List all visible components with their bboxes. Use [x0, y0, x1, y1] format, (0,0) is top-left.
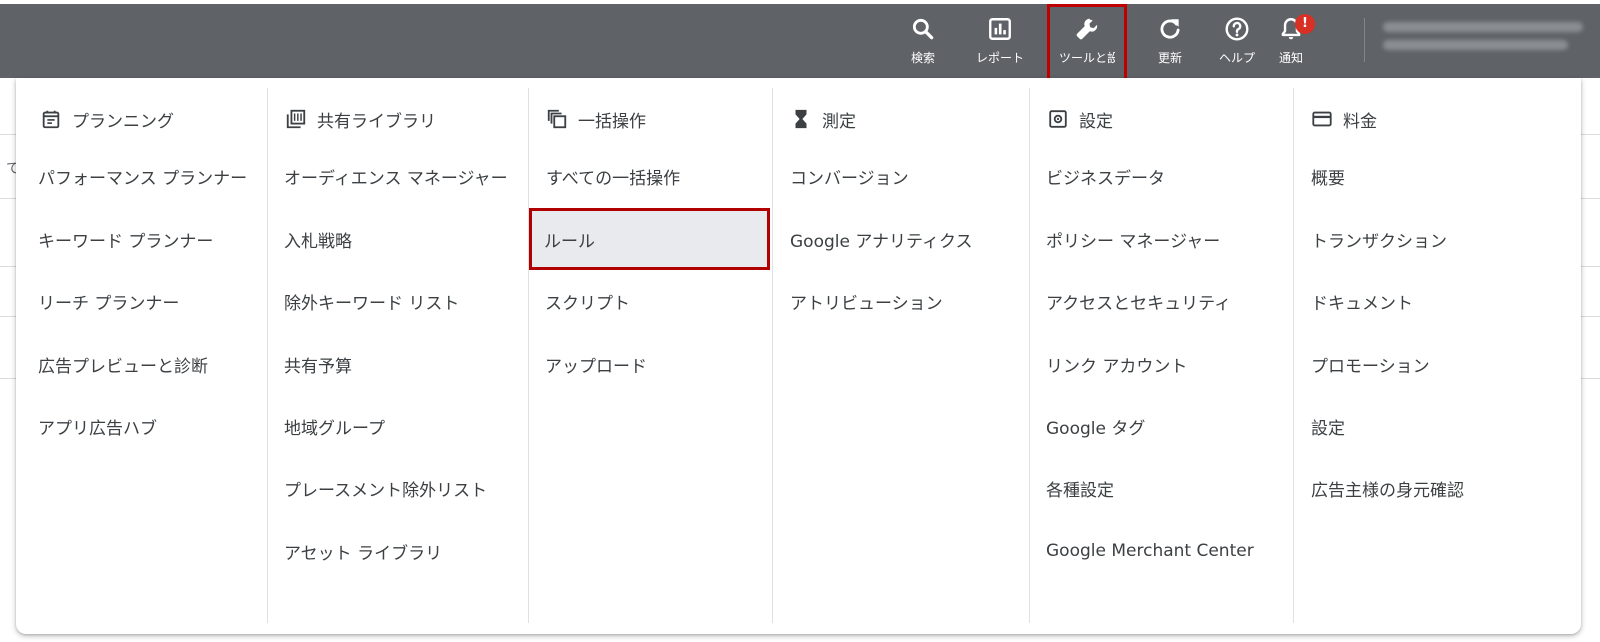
refresh-button[interactable]: 更新	[1145, 10, 1195, 76]
library-icon	[286, 109, 306, 129]
menu-column-billing: 料金 概要 トランザクション ドキュメント プロモーション 設定 広告主様の身元…	[1293, 78, 1581, 623]
tools-and-settings-button[interactable]: ツールと設定	[1047, 4, 1127, 82]
column-heading: 料金	[1311, 107, 1377, 132]
credit-card-icon	[1312, 111, 1332, 127]
menu-item-reach-planner[interactable]: リーチ プランナー	[38, 280, 179, 322]
menu-item-policy-manager[interactable]: ポリシー マネージャー	[1046, 218, 1220, 260]
column-heading: 設定	[1047, 107, 1113, 132]
menu-item-transactions[interactable]: トランザクション	[1311, 218, 1447, 260]
app-window: て 検索 レポート ツールと設定 更新 ヘルプ 通知 !	[0, 0, 1600, 642]
refresh-label: 更新	[1157, 51, 1182, 65]
topbar-divider	[1364, 18, 1365, 62]
menu-item-google-tag[interactable]: Google タグ	[1046, 405, 1145, 447]
menu-item-business-data[interactable]: ビジネスデータ	[1046, 155, 1165, 197]
hourglass-icon	[795, 109, 807, 129]
menu-item-keyword-planner[interactable]: キーワード プランナー	[38, 218, 213, 260]
help-icon	[1225, 17, 1249, 41]
menu-item-app-ad-hub[interactable]: アプリ広告ハブ	[38, 405, 157, 447]
refresh-icon	[1160, 19, 1180, 39]
menu-column-shared-library: 共有ライブラリ オーディエンス マネージャー 入札戦略 除外キーワード リスト …	[267, 78, 529, 623]
menu-item-google-analytics[interactable]: Google アナリティクス	[790, 218, 972, 260]
search-button[interactable]: 検索	[898, 10, 948, 76]
menu-item-shared-budgets[interactable]: 共有予算	[284, 343, 352, 385]
column-heading-label: 共有ライブラリ	[317, 111, 436, 132]
wrench-icon	[1076, 18, 1098, 40]
menu-item-summary[interactable]: 概要	[1311, 155, 1345, 197]
notifications-label: 通知	[1278, 51, 1303, 65]
column-heading-label: プランニング	[72, 111, 174, 132]
menu-item-uploads[interactable]: アップロード	[545, 343, 647, 385]
account-info-redacted[interactable]	[1383, 22, 1593, 58]
menu-item-asset-library[interactable]: アセット ライブラリ	[284, 530, 442, 572]
tools-and-settings-label: ツールと設定	[1059, 51, 1115, 65]
menu-item-ad-preview[interactable]: 広告プレビューと診断	[38, 343, 208, 385]
top-bar: 検索 レポート ツールと設定 更新 ヘルプ 通知 !	[0, 4, 1600, 82]
menu-item-all-bulk-actions[interactable]: すべての一括操作	[546, 155, 680, 197]
notification-badge: !	[1295, 14, 1315, 34]
help-button[interactable]: ヘルプ	[1209, 10, 1265, 76]
search-icon	[912, 18, 934, 40]
column-heading: 測定	[790, 107, 856, 132]
menu-item-placement-exclusion-lists[interactable]: プレースメント除外リスト	[284, 467, 487, 509]
menu-column-planning: プランニング パフォーマンス プランナー キーワード プランナー リーチ プラン…	[16, 78, 272, 623]
reports-label: レポート	[975, 51, 1024, 65]
calendar-icon	[42, 110, 60, 129]
notifications-button[interactable]: 通知 !	[1271, 10, 1315, 76]
column-heading-label: 測定	[822, 111, 856, 132]
menu-column-measurement: 測定 コンバージョン Google アナリティクス アトリビューション	[772, 78, 1030, 623]
column-heading: 一括操作	[546, 107, 646, 132]
menu-item-rules[interactable]: ルール	[529, 208, 770, 270]
menu-item-audience-manager[interactable]: オーディエンス マネージャー	[284, 155, 508, 197]
column-heading: 共有ライブラリ	[285, 107, 436, 132]
menu-item-billing-settings[interactable]: 設定	[1311, 405, 1345, 447]
menu-item-scripts[interactable]: スクリプト	[545, 280, 630, 322]
menu-item-access-and-security[interactable]: アクセスとセキュリティ	[1046, 280, 1231, 322]
column-heading-label: 料金	[1343, 111, 1377, 132]
menu-item-linked-accounts[interactable]: リンク アカウント	[1046, 343, 1187, 385]
menu-item-location-groups[interactable]: 地域グループ	[284, 405, 385, 447]
menu-column-setup: 設定 ビジネスデータ ポリシー マネージャー アクセスとセキュリティ リンク ア…	[1029, 78, 1294, 623]
menu-item-promotions[interactable]: プロモーション	[1311, 343, 1430, 385]
menu-item-bid-strategies[interactable]: 入札戦略	[284, 218, 352, 260]
column-heading-label: 一括操作	[578, 111, 646, 132]
menu-item-google-merchant-center[interactable]: Google Merchant Center	[1046, 530, 1254, 572]
settings-icon	[1049, 110, 1067, 128]
menu-item-documents[interactable]: ドキュメント	[1311, 280, 1413, 322]
help-label: ヘルプ	[1218, 51, 1255, 65]
menu-item-negative-keyword-lists[interactable]: 除外キーワード リスト	[284, 280, 459, 322]
menu-item-performance-planner[interactable]: パフォーマンス プランナー	[38, 155, 247, 197]
menu-item-preferences[interactable]: 各種設定	[1046, 467, 1114, 509]
search-label: 検索	[910, 51, 935, 65]
tools-menu-panel: プランニング パフォーマンス プランナー キーワード プランナー リーチ プラン…	[16, 78, 1581, 634]
column-heading: プランニング	[40, 107, 174, 132]
menu-item-attribution[interactable]: アトリビューション	[790, 280, 943, 322]
column-heading-label: 設定	[1079, 111, 1113, 132]
menu-column-bulk-actions: 一括操作 すべての一括操作 ルール スクリプト アップロード	[528, 78, 773, 623]
reports-button[interactable]: レポート	[965, 10, 1035, 76]
copy-stack-icon	[547, 109, 567, 129]
menu-item-conversions[interactable]: コンバージョン	[790, 155, 909, 197]
bar-chart-icon	[989, 18, 1011, 40]
menu-item-advertiser-verification[interactable]: 広告主様の身元確認	[1311, 467, 1464, 509]
